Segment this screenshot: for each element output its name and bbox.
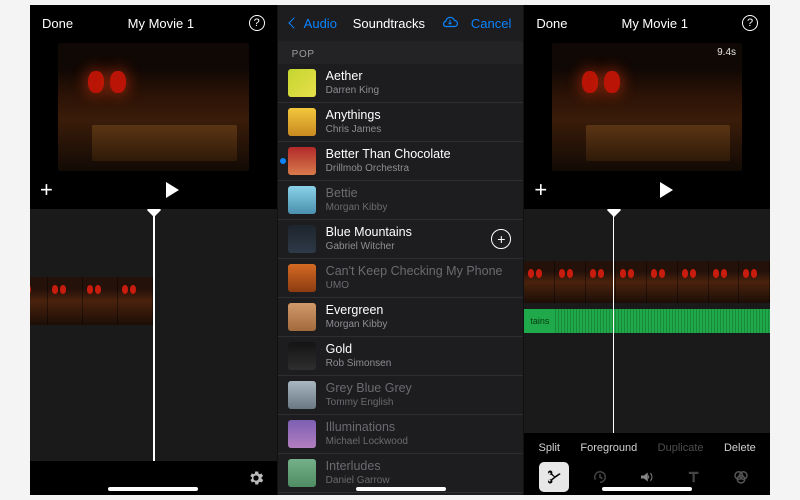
top-bar: Done My Movie 1 ? xyxy=(524,5,770,41)
play-button[interactable] xyxy=(166,182,179,198)
chevron-left-icon xyxy=(288,17,299,28)
now-playing-dot-icon xyxy=(280,158,286,164)
album-art xyxy=(288,420,316,448)
project-title: My Movie 1 xyxy=(567,16,742,31)
video-clip[interactable] xyxy=(524,261,770,303)
track-title: Can't Keep Checking My Phone xyxy=(326,265,512,279)
track-artist: Michael Lockwood xyxy=(326,436,512,447)
done-button[interactable]: Done xyxy=(42,16,73,31)
album-art xyxy=(288,69,316,97)
project-title: My Movie 1 xyxy=(73,16,249,31)
track-artist: UMO xyxy=(326,280,512,291)
preview-frame[interactable]: 9.4s xyxy=(552,43,742,171)
album-art xyxy=(288,303,316,331)
split-button[interactable]: Split xyxy=(539,442,560,454)
clip-duration: 9.4s xyxy=(717,47,736,58)
top-bar: Audio Soundtracks Cancel xyxy=(278,5,524,41)
help-icon[interactable]: ? xyxy=(249,15,265,31)
track-row[interactable]: GoldRob Simonsen xyxy=(278,337,524,376)
cancel-button[interactable]: Cancel xyxy=(471,16,511,31)
album-art xyxy=(288,108,316,136)
track-row[interactable]: Better Than ChocolateDrillmob Orchestra xyxy=(278,142,524,181)
track-title: Blue Mountains xyxy=(326,226,482,240)
track-artist: Rob Simonsen xyxy=(326,358,512,369)
timeline[interactable]: tains xyxy=(524,209,770,433)
album-art xyxy=(288,342,316,370)
track-artist: Drillmob Orchestra xyxy=(326,163,512,174)
foreground-button[interactable]: Foreground xyxy=(580,442,637,454)
filters-tool xyxy=(726,462,756,492)
editor-pane-after: Done My Movie 1 ? 9.4s + xyxy=(523,5,770,495)
back-label: Audio xyxy=(304,16,337,31)
settings-button[interactable] xyxy=(247,469,265,487)
track-title: Interludes xyxy=(326,460,512,474)
track-title: Grey Blue Grey xyxy=(326,382,512,396)
video-preview: 9.4s xyxy=(524,41,770,171)
track-title: Aether xyxy=(326,70,512,84)
transport-bar: + xyxy=(30,171,277,209)
track-row[interactable]: AnythingsChris James xyxy=(278,103,524,142)
playhead[interactable] xyxy=(153,209,155,461)
editor-pane-before: Done My Movie 1 ? + xyxy=(30,5,277,495)
track-row[interactable]: EvergreenMorgan Kibby xyxy=(278,298,524,337)
track-artist: Daniel Garrow xyxy=(326,475,512,486)
track-row[interactable]: Can't Keep Checking My PhoneUMO xyxy=(278,259,524,298)
track-artist: Morgan Kibby xyxy=(326,319,512,330)
track-row[interactable]: It's a TripJoywave xyxy=(278,493,524,495)
add-track-button[interactable]: + xyxy=(491,229,511,249)
home-indicator xyxy=(602,487,692,491)
soundtracks-pane: Audio Soundtracks Cancel POP AetherDarre… xyxy=(277,5,524,495)
track-row[interactable]: AetherDarren King xyxy=(278,64,524,103)
track-row[interactable]: Grey Blue GreyTommy English xyxy=(278,376,524,415)
delete-button[interactable]: Delete xyxy=(724,442,756,454)
album-art xyxy=(288,147,316,175)
timeline[interactable] xyxy=(30,209,277,461)
duplicate-button: Duplicate xyxy=(658,442,704,454)
screen-title: Soundtracks xyxy=(337,16,441,31)
top-bar: Done My Movie 1 ? xyxy=(30,5,277,41)
help-icon[interactable]: ? xyxy=(742,15,758,31)
track-title: Bettie xyxy=(326,187,512,201)
album-art xyxy=(288,225,316,253)
audio-clip-label: tains xyxy=(530,316,549,326)
play-button[interactable] xyxy=(660,182,673,198)
playhead[interactable] xyxy=(613,209,615,433)
track-artist: Tommy English xyxy=(326,397,512,408)
track-artist: Chris James xyxy=(326,124,512,135)
video-clip[interactable] xyxy=(30,277,153,325)
track-title: Gold xyxy=(326,343,512,357)
back-button[interactable]: Audio xyxy=(290,16,337,31)
track-row[interactable]: IlluminationsMichael Lockwood xyxy=(278,415,524,454)
album-art xyxy=(288,459,316,487)
transport-bar: + xyxy=(524,171,770,209)
track-artist: Darren King xyxy=(326,85,512,96)
audio-clip[interactable]: tains xyxy=(524,309,770,333)
scissors-tool[interactable] xyxy=(539,462,569,492)
track-title: Better Than Chocolate xyxy=(326,148,512,162)
done-button[interactable]: Done xyxy=(536,16,567,31)
album-art xyxy=(288,381,316,409)
add-media-button[interactable]: + xyxy=(40,177,53,203)
video-preview xyxy=(30,41,277,171)
track-title: Evergreen xyxy=(326,304,512,318)
track-title: Illuminations xyxy=(326,421,512,435)
album-art xyxy=(288,264,316,292)
section-header: POP xyxy=(278,41,524,64)
track-list[interactable]: AetherDarren KingAnythingsChris JamesBet… xyxy=(278,64,524,495)
track-row[interactable]: Blue MountainsGabriel Witcher + xyxy=(278,220,524,259)
download-all-button[interactable] xyxy=(441,16,459,31)
track-artist: Gabriel Witcher xyxy=(326,241,482,252)
track-title: Anythings xyxy=(326,109,512,123)
home-indicator xyxy=(356,487,446,491)
add-media-button[interactable]: + xyxy=(534,177,547,203)
clip-actions-row: Split Foreground Duplicate Delete xyxy=(524,433,770,459)
home-indicator xyxy=(108,487,198,491)
preview-frame[interactable] xyxy=(58,43,249,171)
track-row[interactable]: BettieMorgan Kibby xyxy=(278,181,524,220)
album-art xyxy=(288,186,316,214)
track-artist: Morgan Kibby xyxy=(326,202,512,213)
